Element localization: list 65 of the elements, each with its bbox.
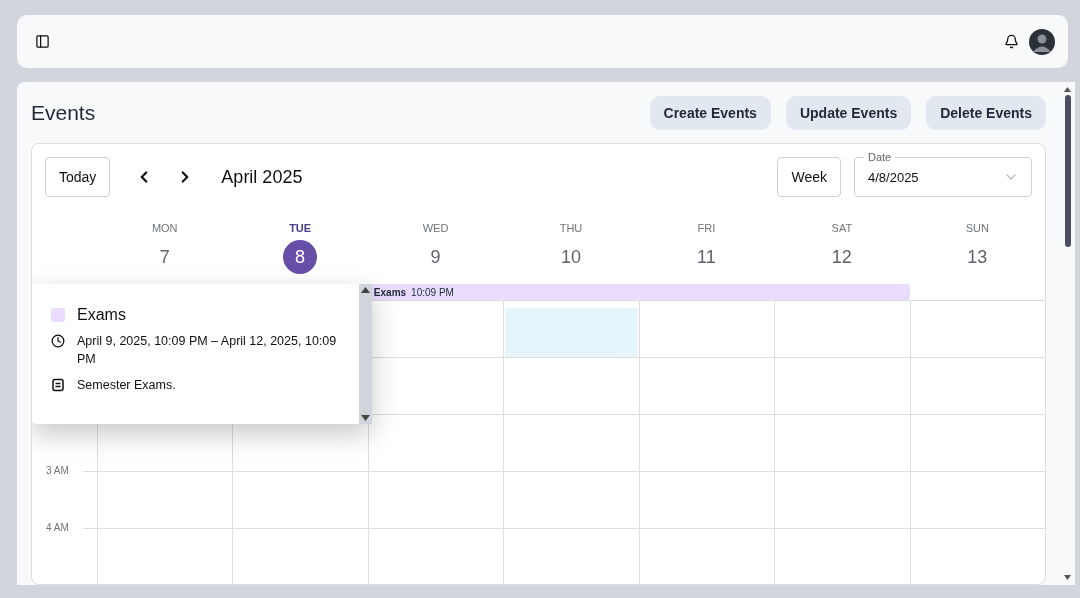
time-slot-cell[interactable]: [909, 528, 1045, 584]
action-button[interactable]: Create Events: [649, 95, 771, 130]
page-scrollbar[interactable]: [1060, 82, 1075, 585]
scroll-thumb[interactable]: [1063, 95, 1072, 247]
time-slot-cell[interactable]: [503, 471, 639, 528]
action-button[interactable]: Delete Events: [926, 95, 1046, 130]
view-button[interactable]: Week: [777, 157, 841, 197]
bell-icon[interactable]: [1004, 34, 1019, 49]
time-slot-cell[interactable]: [638, 471, 775, 528]
page-title: Events: [31, 100, 96, 125]
hour-label: 3 AM: [46, 465, 69, 476]
time-slot-cell[interactable]: [232, 471, 368, 528]
time-slot-cell[interactable]: [774, 471, 910, 528]
event-time-range: April 9, 2025, 10:09 PM – April 12, 2025, 10:09 PM: [77, 333, 338, 368]
note-icon: [51, 378, 65, 392]
time-slot-cell[interactable]: [503, 414, 639, 471]
time-slot-cell[interactable]: [97, 471, 233, 528]
weekday-label: WED: [422, 222, 449, 234]
period-title: April 2025: [221, 166, 303, 188]
time-slot-cell[interactable]: [909, 357, 1045, 414]
day-number[interactable]: 12: [824, 240, 859, 274]
time-slot-cell[interactable]: [909, 471, 1045, 528]
clock-icon: [51, 334, 65, 348]
sidebar-toggle-icon[interactable]: [35, 34, 50, 49]
day-number[interactable]: 13: [960, 240, 995, 274]
day-number[interactable]: 9: [418, 240, 453, 274]
time-slot-cell[interactable]: [909, 414, 1045, 471]
weekday-label: MON: [151, 222, 178, 234]
weekday-label: THU: [559, 222, 583, 234]
time-slot-cell[interactable]: [232, 528, 368, 584]
scroll-up-icon[interactable]: [1063, 86, 1072, 92]
time-slot-cell[interactable]: [638, 357, 775, 414]
time-slot-cell[interactable]: [638, 414, 775, 471]
time-slot-cell[interactable]: [774, 300, 910, 357]
scroll-up-icon[interactable]: [361, 287, 370, 293]
weekday-label: SAT: [831, 222, 853, 234]
time-slot-cell[interactable]: [774, 414, 910, 471]
time-slot-cell[interactable]: [367, 528, 504, 584]
day-number[interactable]: 7: [147, 240, 182, 274]
time-slot-cell[interactable]: [503, 528, 639, 584]
day-number[interactable]: 8: [283, 240, 318, 274]
scroll-down-icon[interactable]: [361, 415, 370, 421]
weekday-label: FRI: [697, 222, 716, 234]
weekday-label: SUN: [965, 222, 989, 234]
time-slot-cell[interactable]: [909, 300, 1045, 357]
event-description: Semester Exams.: [77, 377, 177, 394]
day-number[interactable]: 10: [554, 240, 588, 274]
avatar-icon[interactable]: [1029, 28, 1055, 55]
popover-title: Exams: [77, 306, 126, 324]
time-slot-cell[interactable]: [367, 471, 504, 528]
hour-label: 4 AM: [46, 522, 69, 533]
popover-scrollbar[interactable]: [359, 284, 372, 424]
time-slot-cell[interactable]: [774, 528, 910, 584]
selected-slot[interactable]: [505, 308, 638, 357]
action-button[interactable]: Update Events: [785, 95, 912, 130]
time-slot-cell[interactable]: [638, 528, 775, 584]
day-number[interactable]: 11: [689, 240, 724, 274]
weekday-label: TUE: [289, 222, 312, 234]
time-slot-cell[interactable]: [638, 300, 775, 357]
scroll-down-icon[interactable]: [1063, 575, 1072, 581]
time-slot-cell[interactable]: [503, 300, 639, 357]
time-slot-cell[interactable]: [503, 357, 639, 414]
time-slot-cell[interactable]: [97, 528, 233, 584]
time-slot-cell[interactable]: [774, 357, 910, 414]
today-button[interactable]: Today: [45, 157, 111, 197]
